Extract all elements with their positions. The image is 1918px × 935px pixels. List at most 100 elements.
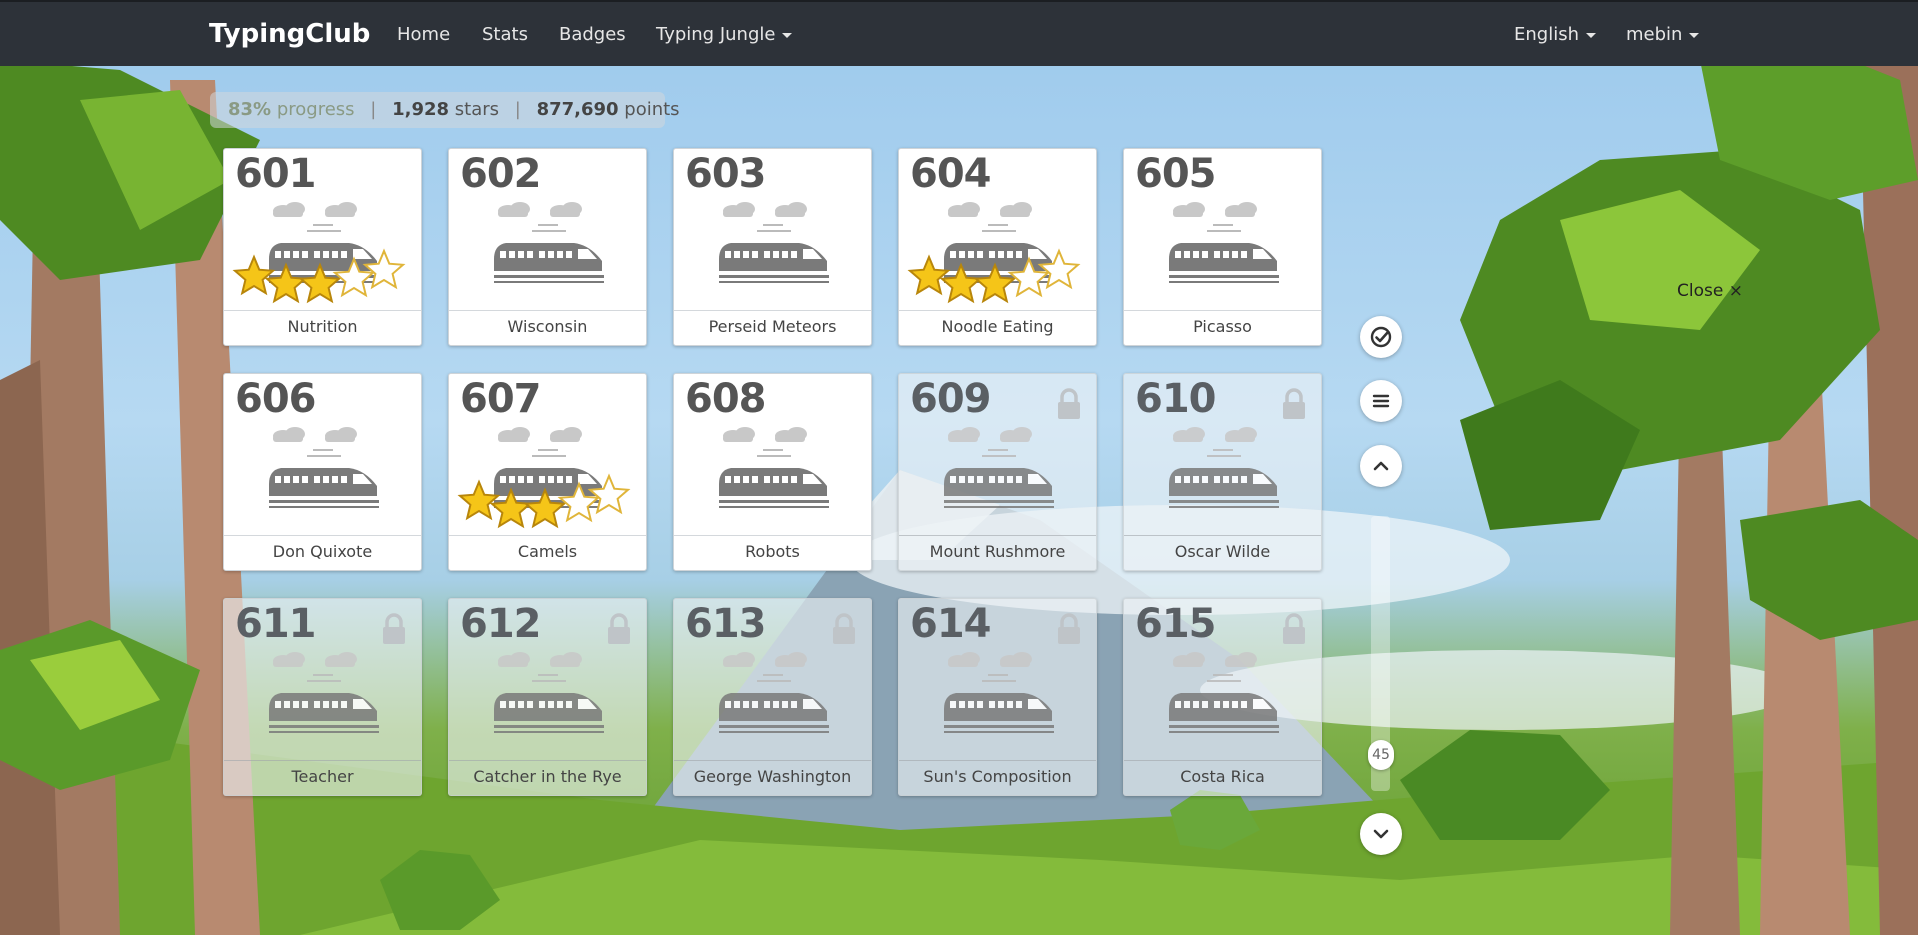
close-button[interactable]: Close ×	[1677, 281, 1743, 301]
completed-filter-button[interactable]	[1360, 316, 1402, 358]
user-name-label: mebin	[1626, 24, 1683, 45]
separator: |	[370, 99, 377, 120]
train-icon	[1169, 202, 1279, 283]
lesson-number: 610	[1135, 376, 1216, 422]
scroll-thumb[interactable]: 45	[1368, 740, 1394, 770]
nav-badges-link[interactable]: Badges	[559, 24, 626, 45]
train-icon	[944, 427, 1054, 508]
language-dropdown[interactable]: English	[1514, 24, 1596, 45]
typing-jungle-label: Typing Jungle	[656, 24, 776, 45]
train-icon	[944, 652, 1054, 733]
lesson-title: Oscar Wilde	[1124, 535, 1321, 570]
lesson-title: Noodle Eating	[899, 310, 1096, 345]
lesson-card[interactable]: 611 Teacher	[223, 598, 422, 796]
lesson-title: Nutrition	[224, 310, 421, 345]
check-circle-icon	[1370, 326, 1392, 348]
lesson-number: 606	[235, 376, 316, 422]
lesson-number: 602	[460, 151, 541, 197]
train-icon	[494, 202, 604, 283]
lock-icon	[608, 613, 630, 644]
lesson-title: George Washington	[674, 760, 871, 795]
lesson-card[interactable]: 615 Costa Rica	[1123, 598, 1322, 796]
lesson-number: 608	[685, 376, 766, 422]
brand-logo[interactable]: TypingClub	[209, 19, 370, 49]
train-icon	[1169, 427, 1279, 508]
star-filled-icon	[298, 262, 342, 304]
user-menu-dropdown[interactable]: mebin	[1626, 24, 1700, 45]
lesson-title: Wisconsin	[449, 310, 646, 345]
lesson-card[interactable]: 612 Catcher in the Rye	[448, 598, 647, 796]
lock-icon	[1058, 388, 1080, 419]
star-empty-icon	[1037, 248, 1081, 290]
lesson-card[interactable]: 604 Noodle Eating	[898, 148, 1097, 346]
star-filled-icon	[973, 262, 1017, 304]
language-label: English	[1514, 24, 1579, 45]
lock-icon	[1283, 388, 1305, 419]
lesson-title: Catcher in the Rye	[449, 760, 646, 795]
lock-icon	[383, 613, 405, 644]
star-empty-icon	[587, 473, 631, 515]
lesson-number: 605	[1135, 151, 1216, 197]
train-icon	[269, 427, 379, 508]
lesson-title: Robots	[674, 535, 871, 570]
caret-down-icon	[782, 32, 793, 38]
menu-button[interactable]	[1360, 380, 1402, 422]
lesson-number: 614	[910, 601, 991, 647]
points-count: 877,690	[536, 99, 619, 120]
chevron-up-icon	[1373, 461, 1389, 471]
caret-down-icon	[1586, 32, 1596, 38]
lesson-title: Camels	[449, 535, 646, 570]
separator: |	[514, 99, 521, 120]
lesson-title: Perseid Meteors	[674, 310, 871, 345]
train-icon	[719, 427, 829, 508]
nav-typing-jungle-dropdown[interactable]: Typing Jungle	[656, 24, 793, 45]
lesson-card[interactable]: 609 Mount Rushmore	[898, 373, 1097, 571]
nav-home-link[interactable]: Home	[397, 24, 450, 45]
nav-stats-link[interactable]: Stats	[482, 24, 528, 45]
lesson-card[interactable]: 605 Picasso	[1123, 148, 1322, 346]
lesson-card[interactable]: 601 Nutrition	[223, 148, 422, 346]
lock-icon	[1283, 613, 1305, 644]
lesson-card[interactable]: 603 Perseid Meteors	[673, 148, 872, 346]
star-filled-icon	[232, 254, 276, 296]
chevron-down-icon	[1373, 829, 1389, 839]
lesson-number: 609	[910, 376, 991, 422]
star-filled-icon	[907, 254, 951, 296]
lesson-number: 613	[685, 601, 766, 647]
progress-summary: 83% progress | 1,928 stars | 877,690 poi…	[210, 92, 680, 128]
tree-trunk	[1670, 380, 1740, 935]
lesson-number: 615	[1135, 601, 1216, 647]
lesson-title: Costa Rica	[1124, 760, 1321, 795]
progress-label: progress	[276, 99, 355, 120]
lesson-card[interactable]: 610 Oscar Wilde	[1123, 373, 1322, 571]
lesson-card[interactable]: 613 George Washington	[673, 598, 872, 796]
lesson-card[interactable]: 602 Wisconsin	[448, 148, 647, 346]
lesson-number: 603	[685, 151, 766, 197]
star-rating	[457, 473, 631, 529]
lesson-number: 607	[460, 376, 541, 422]
lesson-number: 612	[460, 601, 541, 647]
train-icon	[1169, 652, 1279, 733]
stars-label: stars	[454, 99, 500, 120]
lesson-title: Teacher	[224, 760, 421, 795]
star-empty-icon	[362, 248, 406, 290]
close-label: Close	[1677, 281, 1724, 301]
scroll-up-button[interactable]	[1360, 445, 1402, 487]
lesson-card[interactable]: 606 Don Quixote	[223, 373, 422, 571]
lesson-card[interactable]: 607 Camels	[448, 373, 647, 571]
lesson-number: 601	[235, 151, 316, 197]
lesson-title: Mount Rushmore	[899, 535, 1096, 570]
close-icon: ×	[1728, 281, 1743, 301]
star-rating	[907, 248, 1081, 304]
star-filled-icon	[523, 487, 567, 529]
lesson-number: 611	[235, 601, 316, 647]
lesson-number: 604	[910, 151, 991, 197]
scroll-down-button[interactable]	[1360, 813, 1402, 855]
points-label: points	[624, 99, 680, 120]
lesson-card[interactable]: 608 Robots	[673, 373, 872, 571]
progress-percent: 83%	[228, 99, 272, 120]
lesson-card[interactable]: 614 Sun's Composition	[898, 598, 1097, 796]
train-icon	[719, 652, 829, 733]
lock-icon	[1058, 613, 1080, 644]
train-icon	[719, 202, 829, 283]
